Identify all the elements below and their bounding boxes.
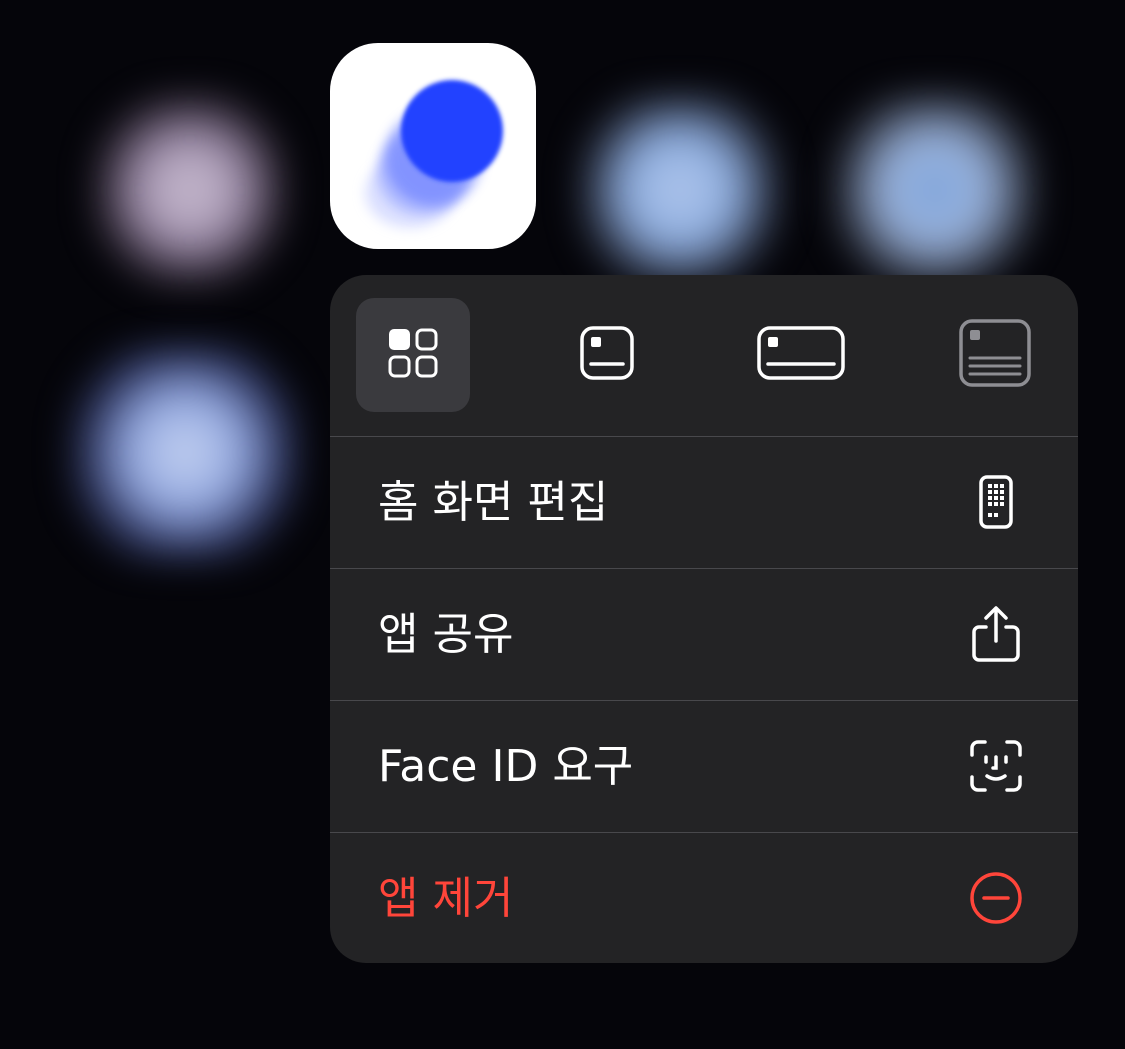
menu-item-label: 홈 화면 편집 xyxy=(378,477,609,528)
medium-widget-button[interactable] xyxy=(550,298,664,412)
menu-item-label: 앱 제거 xyxy=(378,873,514,924)
blurred-app-icon xyxy=(70,345,300,560)
menu-item-label: Face ID 요구 xyxy=(378,741,634,792)
edit-home-screen-item[interactable]: 홈 화면 편집 xyxy=(330,437,1078,568)
app-icon[interactable] xyxy=(330,43,536,249)
context-menu: 홈 화면 편집 앱 공유 Face ID 요구 앱 제거 xyxy=(330,275,1078,963)
share-app-item[interactable]: 앱 공유 xyxy=(330,569,1078,700)
require-face-id-item[interactable]: Face ID 요구 xyxy=(330,701,1078,832)
widget-size-picker xyxy=(330,275,1078,436)
large-widget-button[interactable] xyxy=(938,298,1052,412)
large-widget-icon xyxy=(958,318,1032,392)
home-screen: 홈 화면 편집 앱 공유 Face ID 요구 앱 제거 xyxy=(0,0,1125,1049)
remove-app-item[interactable]: 앱 제거 xyxy=(330,833,1078,963)
wide-widget-button[interactable] xyxy=(744,298,858,412)
menu-item-label: 앱 공유 xyxy=(378,609,514,660)
face-id-icon xyxy=(966,736,1026,796)
blurred-app-icon xyxy=(95,95,285,285)
small-grid-icon xyxy=(387,327,439,383)
share-icon xyxy=(966,604,1026,664)
small-grid-button[interactable] xyxy=(356,298,470,412)
minus-circle-icon xyxy=(966,868,1026,928)
phone-grid-icon xyxy=(966,472,1026,532)
wide-widget-icon xyxy=(756,325,846,385)
blurred-app-icon xyxy=(580,95,780,285)
medium-widget-icon xyxy=(579,325,635,385)
blurred-app-icon xyxy=(835,95,1035,285)
